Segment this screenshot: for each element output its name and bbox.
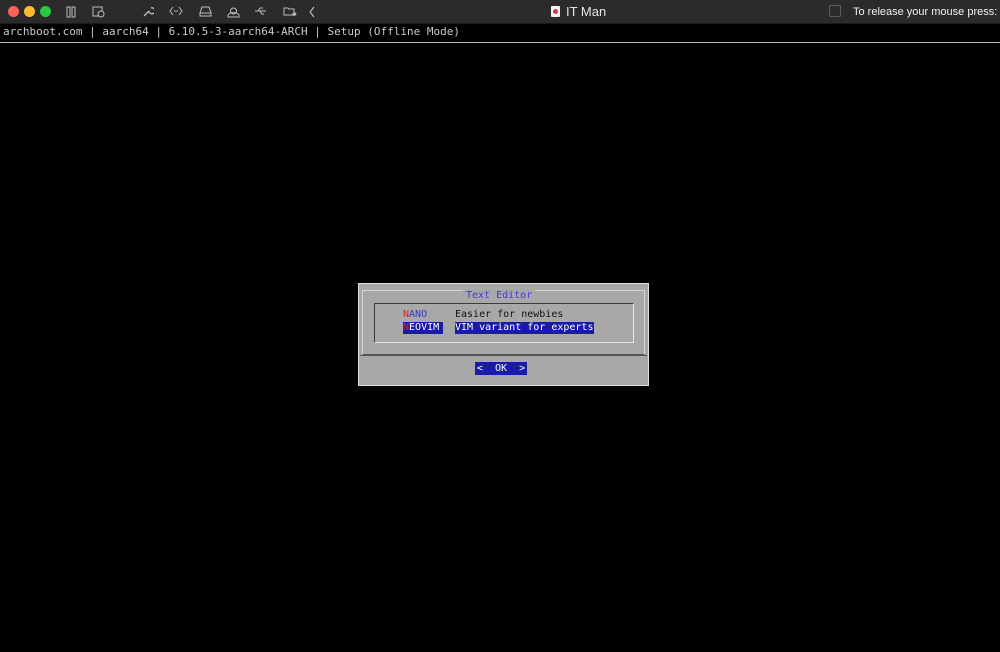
- user-icon[interactable]: [224, 3, 242, 21]
- release-mouse-hint: To release your mouse press: Cont: [853, 6, 1000, 18]
- window-title-text: IT Man: [566, 4, 607, 19]
- menu-item-tag: NEOVIM: [403, 322, 443, 334]
- menu-item-description: Easier for newbies: [455, 309, 564, 320]
- text-editor-dialog: Text Editor NANO Easier for newbies NEOV…: [358, 283, 649, 386]
- copy-icon[interactable]: [829, 5, 841, 17]
- vm-window: IT Man To release your mouse press: Cont…: [0, 0, 1000, 652]
- ok-button[interactable]: < OK >: [475, 362, 527, 375]
- menu-item-description: VIM variant for experts: [455, 322, 595, 334]
- folder-share-icon[interactable]: [281, 3, 299, 21]
- snapshot-icon[interactable]: [89, 3, 107, 21]
- title-bar: IT Man To release your mouse press: Cont: [0, 0, 1000, 24]
- dialog-button-divider: [360, 355, 647, 356]
- document-icon: [551, 6, 560, 17]
- ok-right-bracket: >: [519, 363, 526, 374]
- zoom-window-button[interactable]: [40, 6, 51, 17]
- close-window-button[interactable]: [8, 6, 19, 17]
- dialog-title: Text Editor: [463, 290, 536, 302]
- ok-label: OK: [494, 363, 508, 374]
- setup-header: archboot.com | aarch64 | 6.10.5-3-aarch6…: [3, 25, 460, 38]
- menu-item-neovim[interactable]: NEOVIM VIM variant for experts: [403, 322, 595, 334]
- drive-icon[interactable]: [196, 3, 214, 21]
- menu-item-nano[interactable]: NANO Easier for newbies: [403, 309, 563, 321]
- menu-item-tag: NANO: [403, 309, 443, 321]
- pause-icon[interactable]: [62, 3, 80, 21]
- window-title: IT Man: [551, 0, 606, 24]
- tag-text: ANO: [409, 309, 428, 320]
- terminal-screen[interactable]: archboot.com | aarch64 | 6.10.5-3-aarch6…: [0, 24, 1000, 652]
- usb-icon[interactable]: [252, 3, 270, 21]
- settings-wrench-icon[interactable]: [139, 3, 157, 21]
- header-divider: [0, 42, 1000, 43]
- code-brackets-icon[interactable]: [167, 3, 185, 21]
- ok-left-bracket: <: [476, 363, 483, 374]
- minimize-window-button[interactable]: [24, 6, 35, 17]
- chevron-left-icon[interactable]: [303, 3, 321, 21]
- tag-text: EOVIM: [409, 322, 440, 333]
